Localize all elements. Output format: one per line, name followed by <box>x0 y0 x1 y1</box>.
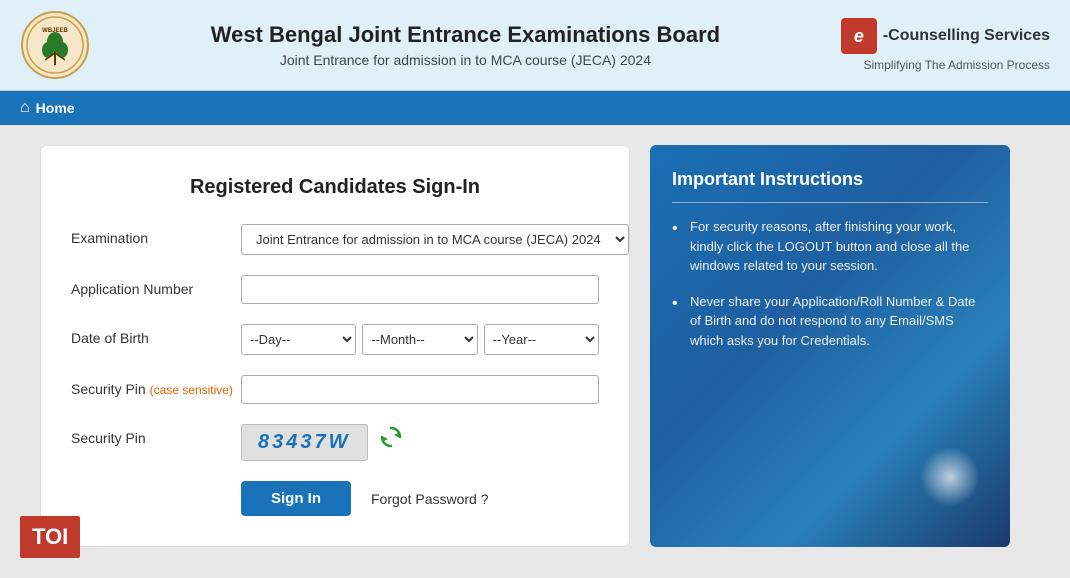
instructions-panel: Important Instructions For security reas… <box>650 145 1010 547</box>
examination-label: Examination <box>71 224 241 246</box>
instruction-item-2: Never share your Application/Roll Number… <box>672 292 988 351</box>
security-pin-input-label: Security Pin (case sensitive) <box>71 375 241 397</box>
dob-row: Date of Birth --Day-- --Month-- --Year-- <box>71 324 599 355</box>
security-pin-display-row: Security Pin 83437W <box>71 424 599 461</box>
case-sensitive-note: (case sensitive) <box>150 383 233 397</box>
dob-month-select[interactable]: --Month-- <box>362 324 477 355</box>
examination-row: Examination Joint Entrance for admission… <box>71 224 599 255</box>
signin-title: Registered Candidates Sign-In <box>71 176 599 199</box>
home-nav-link[interactable]: ⌂ Home <box>20 99 75 117</box>
security-pin-input[interactable] <box>241 375 599 404</box>
instructions-title: Important Instructions <box>672 169 988 190</box>
application-number-row: Application Number <box>71 275 599 304</box>
e-icon: e <box>841 18 877 54</box>
action-row: Sign In Forgot Password ? <box>71 481 599 516</box>
home-icon: ⌂ <box>20 99 30 117</box>
forgot-password-link[interactable]: Forgot Password ? <box>371 491 489 507</box>
board-logo: WBJEEB <box>20 10 90 80</box>
ecounselling-logo: e -Counselling Services <box>841 18 1050 54</box>
board-name: West Bengal Joint Entrance Examinations … <box>110 22 821 48</box>
examination-select[interactable]: Joint Entrance for admission in to MCA c… <box>241 224 629 255</box>
instructions-divider <box>672 202 988 203</box>
security-pin-input-row: Security Pin (case sensitive) <box>71 375 599 404</box>
toi-badge: TOI <box>20 516 80 558</box>
header-title-block: West Bengal Joint Entrance Examinations … <box>110 22 821 68</box>
refresh-captcha-button[interactable] <box>378 424 404 450</box>
main-navbar: ⌂ Home <box>0 91 1070 125</box>
security-pin-captcha: 83437W <box>241 424 368 461</box>
ecounselling-branding: e -Counselling Services Simplifying The … <box>841 18 1050 72</box>
dob-selects: --Day-- --Month-- --Year-- <box>241 324 599 355</box>
main-content: Registered Candidates Sign-In Examinatio… <box>0 125 1070 567</box>
instructions-list: For security reasons, after finishing yo… <box>672 217 988 350</box>
application-number-input[interactable] <box>241 275 599 304</box>
dob-day-select[interactable]: --Day-- <box>241 324 356 355</box>
application-number-label: Application Number <box>71 275 241 297</box>
dob-label: Date of Birth <box>71 324 241 346</box>
home-label: Home <box>36 100 75 116</box>
ecounselling-tagline: Simplifying The Admission Process <box>863 58 1050 72</box>
exam-subtitle: Joint Entrance for admission in to MCA c… <box>110 52 821 68</box>
instruction-item-1: For security reasons, after finishing yo… <box>672 217 988 276</box>
page-header: WBJEEB West Bengal Joint Entrance Examin… <box>0 0 1070 91</box>
dob-year-select[interactable]: --Year-- <box>484 324 599 355</box>
sign-in-button[interactable]: Sign In <box>241 481 351 516</box>
ecounselling-name: -Counselling Services <box>883 27 1050 45</box>
security-pin-label: Security Pin <box>71 424 241 446</box>
signin-panel: Registered Candidates Sign-In Examinatio… <box>40 145 630 547</box>
shine-decoration <box>920 447 980 507</box>
